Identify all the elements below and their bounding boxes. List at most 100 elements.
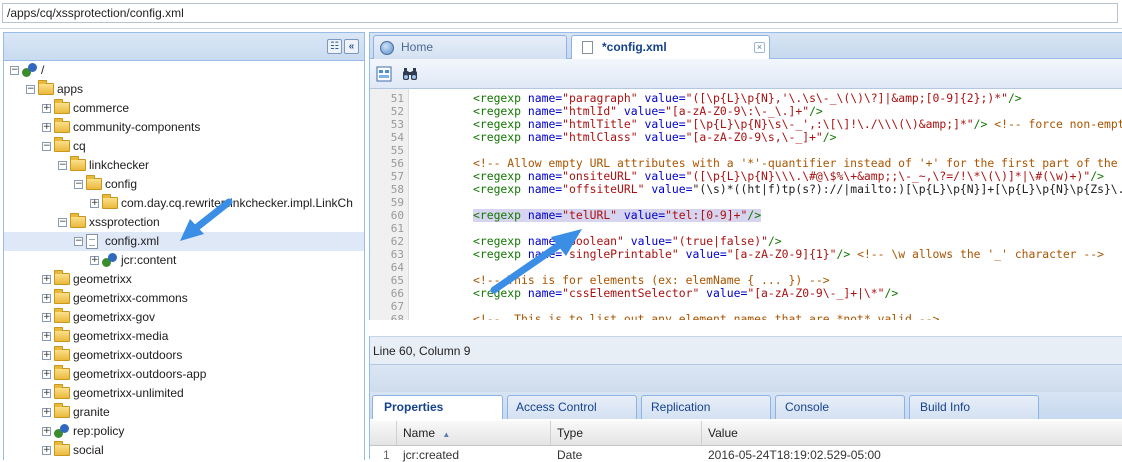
code-line[interactable]: 66 <regexp name="cssElementSelector" valu… <box>370 287 1122 301</box>
expand-toggle-icon[interactable]: + <box>42 389 51 398</box>
code-line[interactable]: 60 <regexp name="telURL" value="tel:[0-9]… <box>370 209 1122 222</box>
tab-label: Properties <box>384 400 444 414</box>
node-icon <box>22 63 38 78</box>
expand-toggle-icon[interactable]: + <box>42 123 51 132</box>
expand-toggle-icon[interactable]: + <box>42 370 51 379</box>
tree-node[interactable]: − xssprotection <box>4 213 364 232</box>
folder-icon <box>54 403 70 418</box>
column-type-label: Type <box>557 426 584 440</box>
line-number: 51 <box>390 92 404 105</box>
folder-icon <box>54 289 70 304</box>
tree-node[interactable]: + social <box>4 441 364 460</box>
tab-properties[interactable]: Properties <box>372 395 503 419</box>
line-number: 52 <box>390 105 404 118</box>
row-type: Date <box>557 448 583 462</box>
tree-node[interactable]: + com.day.cq.rewriter.linkchecker.impl.Li… <box>4 194 364 213</box>
tree-node[interactable]: + geometrixx-outdoors-app <box>4 365 364 384</box>
folder-icon <box>86 175 102 190</box>
code-text: <!-- This is to list out any element nam… <box>473 312 940 321</box>
expand-toggle-icon[interactable]: + <box>42 313 51 322</box>
tab-config-xml[interactable]: *config.xml × <box>571 35 770 60</box>
expand-toggle-icon[interactable]: + <box>42 427 51 436</box>
expand-toggle-icon[interactable]: + <box>42 332 51 341</box>
format-icon[interactable] <box>376 66 392 82</box>
table-row[interactable]: 1 jcr:created Date 2016-05-24T18:19:02.5… <box>370 446 1122 462</box>
tab-build-info[interactable]: Build Info <box>909 395 1039 419</box>
tab-console[interactable]: Console <box>775 395 905 419</box>
tree-node[interactable]: − apps <box>4 80 364 99</box>
tree-node[interactable]: + geometrixx <box>4 270 364 289</box>
tree-node-label: config.xml <box>105 234 160 248</box>
code-line[interactable]: 63 <regexp name="singlePrintable" value="… <box>370 248 1122 262</box>
tree-node[interactable]: + commerce <box>4 99 364 118</box>
home-icon <box>380 41 394 55</box>
expand-toggle-icon[interactable]: + <box>42 104 51 113</box>
close-tab-icon[interactable]: × <box>754 42 765 53</box>
expand-toggle-icon[interactable]: + <box>90 199 99 208</box>
expand-toggle-icon[interactable]: + <box>42 275 51 284</box>
line-number: 61 <box>390 222 404 235</box>
tree-filter-icon[interactable]: ☷ <box>327 39 342 54</box>
tree-node-label: geometrixx-outdoors <box>73 348 183 362</box>
code-line[interactable]: 58 <regexp name="offsiteURL" value="(\s)*… <box>370 183 1122 197</box>
tab-access-control[interactable]: Access Control <box>507 395 637 419</box>
column-header-type[interactable]: Type <box>551 421 702 445</box>
collapse-toggle-icon[interactable]: − <box>74 237 83 246</box>
line-number: 63 <box>390 248 404 261</box>
tree-node[interactable]: + geometrixx-unlimited <box>4 384 364 403</box>
find-icon[interactable] <box>402 66 418 82</box>
tree-node[interactable]: − linkchecker <box>4 156 364 175</box>
path-input[interactable] <box>2 3 1118 23</box>
tree-node[interactable]: + geometrixx-gov <box>4 308 364 327</box>
tree-node[interactable]: + jcr:content <box>4 251 364 270</box>
expand-toggle-icon[interactable]: + <box>42 294 51 303</box>
collapse-toggle-icon[interactable]: − <box>58 218 67 227</box>
tree-node[interactable]: − cq <box>4 137 364 156</box>
column-header-value[interactable]: Value <box>702 421 1122 445</box>
tree-node[interactable]: − / <box>4 61 364 80</box>
line-number: 53 <box>390 118 404 131</box>
tab-config-label: *config.xml <box>602 40 667 54</box>
line-number: 59 <box>390 196 404 209</box>
expand-toggle-icon[interactable]: + <box>42 408 51 417</box>
tab-home-label: Home <box>401 40 434 54</box>
tree-node[interactable]: + geometrixx-commons <box>4 289 364 308</box>
line-number: 55 <box>390 144 404 157</box>
collapse-panel-icon[interactable]: « <box>344 39 359 54</box>
expand-toggle-icon[interactable]: + <box>42 446 51 455</box>
tree-node[interactable]: − config.xml <box>4 232 364 251</box>
tab-replication[interactable]: Replication <box>641 395 771 419</box>
tab-label: Access Control <box>516 400 597 414</box>
tree-node[interactable]: + rep:policy <box>4 422 364 441</box>
tree-node-label: xssprotection <box>89 215 160 229</box>
collapse-toggle-icon[interactable]: − <box>26 85 35 94</box>
tab-home[interactable]: Home <box>373 35 567 59</box>
tab-label: Build Info <box>920 400 971 414</box>
folder-icon <box>70 213 86 228</box>
code-editor[interactable]: 51 <regexp name="paragraph" value="([\p{L… <box>369 89 1122 320</box>
tree-node[interactable]: + granite <box>4 403 364 422</box>
code-line[interactable]: 54 <regexp name="htmlClass" value="[a-zA-… <box>370 131 1122 145</box>
row-index: 1 <box>383 448 390 462</box>
node-icon <box>102 253 118 268</box>
expand-toggle-icon[interactable]: + <box>90 256 99 265</box>
collapse-toggle-icon[interactable]: − <box>42 142 51 151</box>
tree-node[interactable]: + community-components <box>4 118 364 137</box>
column-name-label: Name <box>403 426 436 440</box>
tree-node-label: community-components <box>73 120 201 134</box>
column-header-name[interactable]: Name ▲ <box>397 421 551 445</box>
tree-node[interactable]: − config <box>4 175 364 194</box>
expand-toggle-icon[interactable]: + <box>42 351 51 360</box>
code-line[interactable]: 68 <!-- This is to list out any element n… <box>370 312 1122 321</box>
tree-node[interactable]: + geometrixx-media <box>4 327 364 346</box>
line-number: 64 <box>390 261 404 274</box>
file-icon <box>582 41 593 54</box>
panel-splitter[interactable] <box>369 364 1122 392</box>
editor-status-bar: Line 60, Column 9 <box>369 336 1122 364</box>
editor-tab-strip: Home *config.xml × <box>369 32 1122 60</box>
collapse-toggle-icon[interactable]: − <box>10 66 19 75</box>
tree-node[interactable]: + geometrixx-outdoors <box>4 346 364 365</box>
collapse-toggle-icon[interactable]: − <box>58 161 67 170</box>
collapse-toggle-icon[interactable]: − <box>74 180 83 189</box>
properties-grid: Name ▲ Type Value 1 jcr:created Date 201… <box>369 419 1122 462</box>
